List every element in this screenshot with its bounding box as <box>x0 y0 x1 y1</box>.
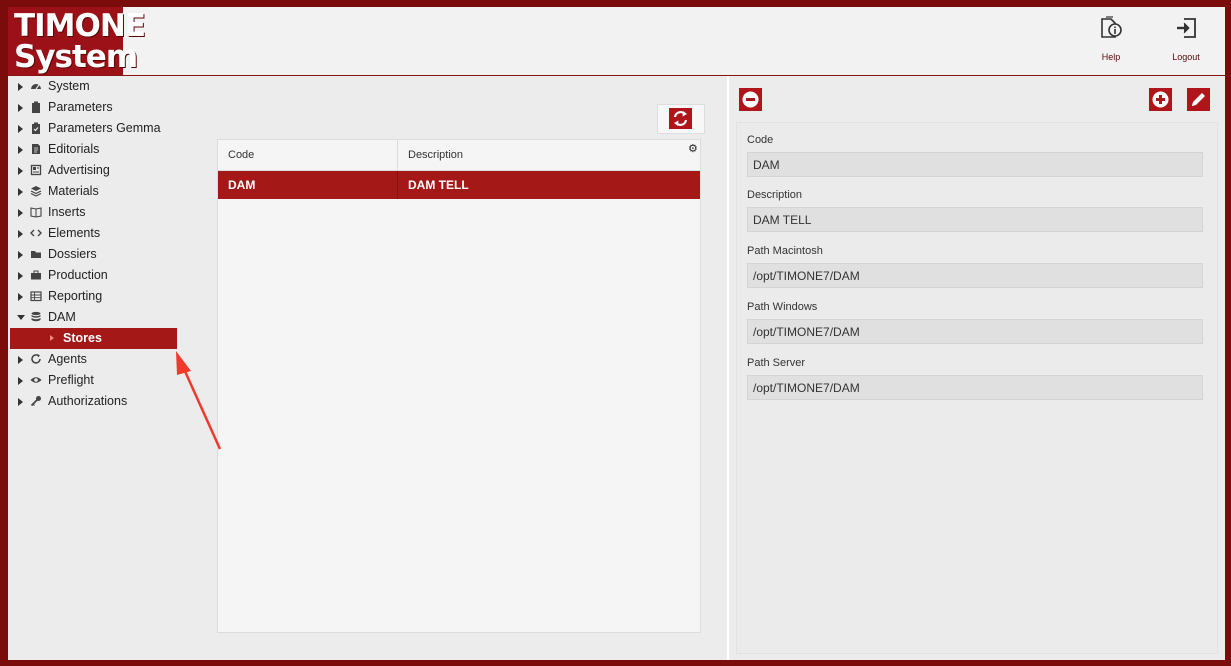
column-header-description[interactable]: Description <box>399 140 463 170</box>
minus-circle-icon <box>742 91 759 108</box>
table-row[interactable]: DAM DAM TELL <box>218 171 700 199</box>
logout-button[interactable]: Logout <box>1156 16 1216 62</box>
refresh-icon <box>669 108 692 129</box>
annotation-arrow <box>176 351 222 450</box>
logout-label: Logout <box>1172 52 1200 62</box>
table-header: Code Description ⚙ <box>218 140 700 171</box>
add-button[interactable] <box>1149 88 1172 111</box>
refresh-button[interactable] <box>657 104 705 134</box>
path-windows-field[interactable]: /opt/TIMONE7/DAM <box>747 319 1203 344</box>
field-label-path-macintosh: Path Macintosh <box>747 245 823 257</box>
cell-description: DAM TELL <box>408 178 469 192</box>
stores-table: Code Description ⚙ DAM DAM TELL <box>217 139 701 633</box>
field-label-path-windows: Path Windows <box>747 301 818 313</box>
logout-icon <box>1177 18 1196 38</box>
path-server-field[interactable]: /opt/TIMONE7/DAM <box>747 375 1203 400</box>
help-button[interactable]: Help <box>1081 16 1141 62</box>
edit-button[interactable] <box>1187 88 1210 111</box>
stores-list-panel: Code Description ⚙ DAM DAM TELL <box>213 76 727 660</box>
description-field[interactable]: DAM TELL <box>747 207 1203 232</box>
help-icon <box>1101 16 1122 38</box>
app-window: TIMONE System Help Logout System Paramet… <box>8 7 1225 660</box>
detail-form: Code DAM Description DAM TELL Path Macin… <box>736 122 1218 654</box>
help-label: Help <box>1101 52 1121 62</box>
field-label-code: Code <box>747 134 774 146</box>
code-field[interactable]: DAM <box>747 152 1203 177</box>
delete-button[interactable] <box>739 88 762 111</box>
path-macintosh-field[interactable]: /opt/TIMONE7/DAM <box>747 263 1203 288</box>
field-label-description: Description <box>747 189 803 201</box>
gear-icon[interactable]: ⚙ <box>688 142 698 155</box>
plus-circle-icon <box>1152 91 1169 108</box>
pencil-icon <box>1192 93 1205 106</box>
field-label-path-server: Path Server <box>747 357 806 369</box>
store-detail-panel: Code DAM Description DAM TELL Path Macin… <box>729 76 1225 660</box>
